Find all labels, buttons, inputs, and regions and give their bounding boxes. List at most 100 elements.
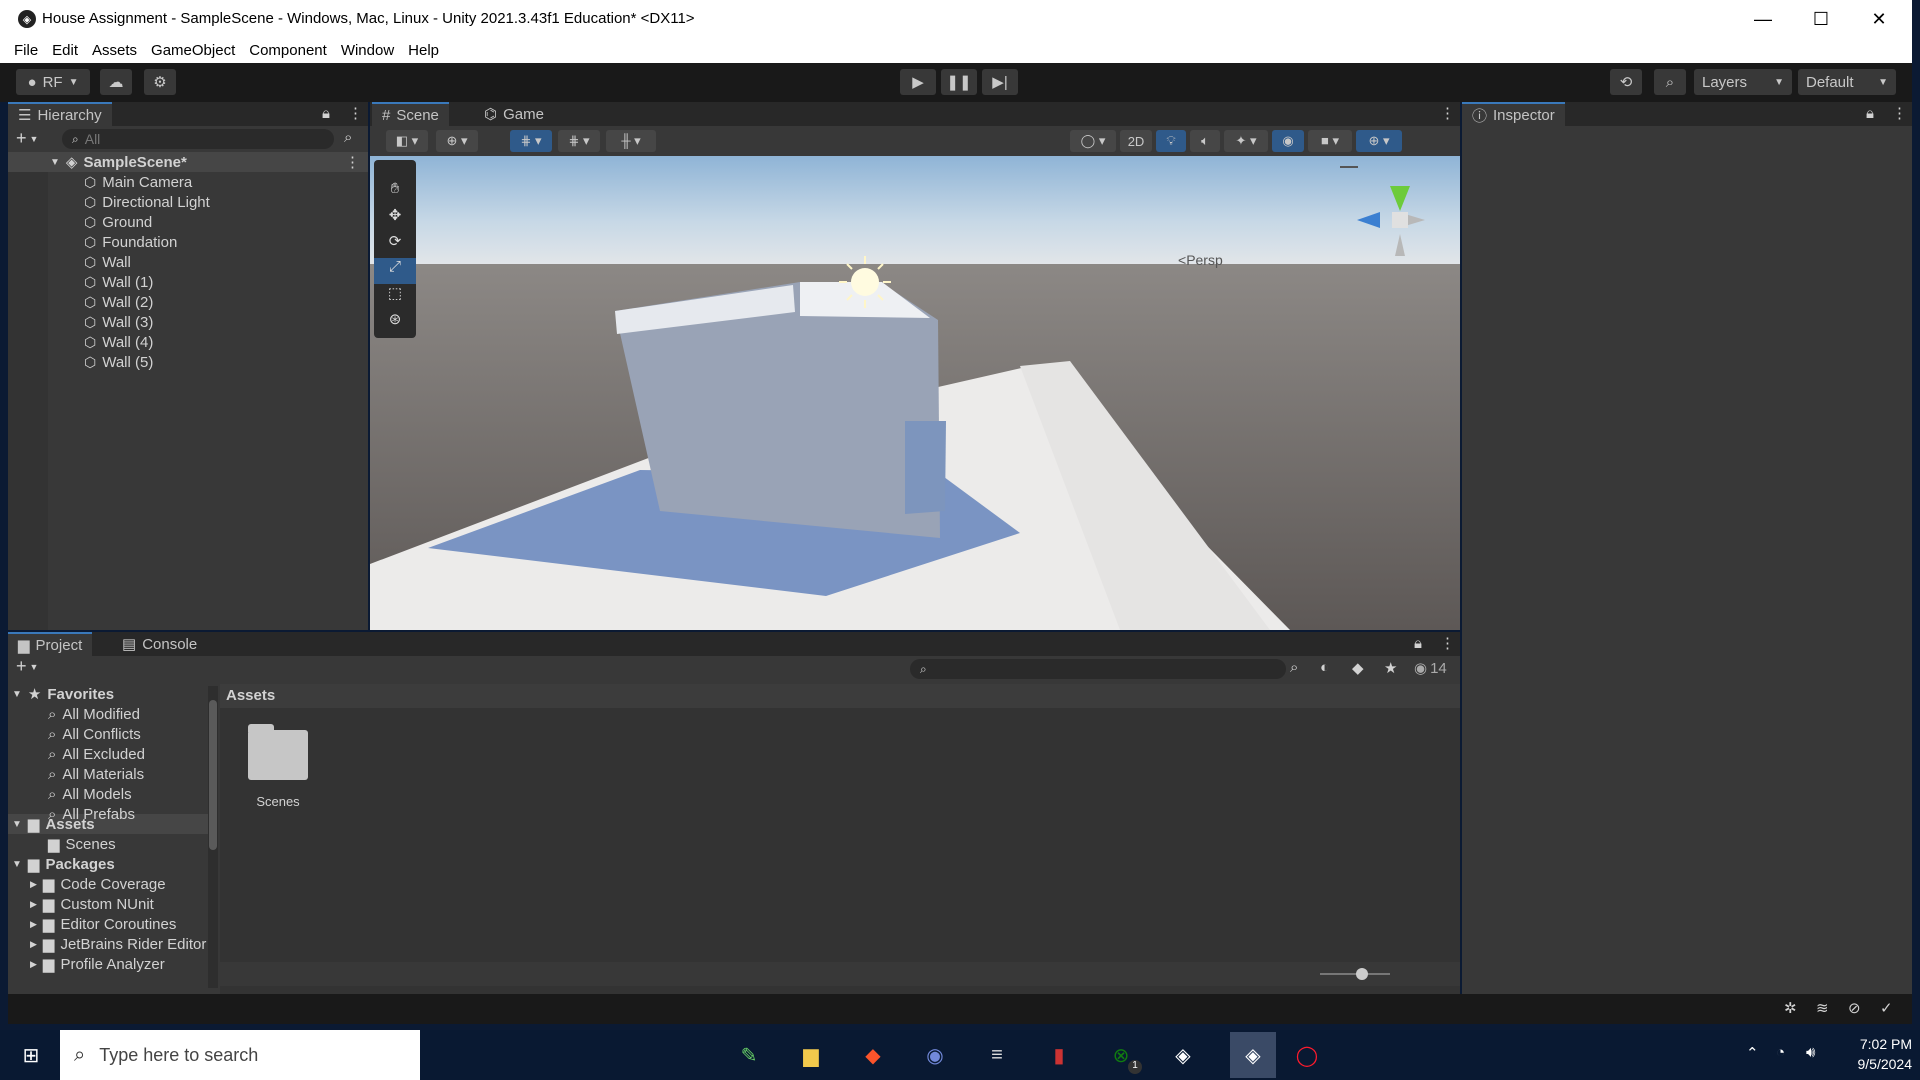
brave-browser-icon[interactable]: ◆ <box>858 1040 888 1070</box>
tab-project[interactable]: ▆ Project <box>8 632 93 656</box>
menu-edit[interactable]: Edit <box>45 38 85 63</box>
effects-dropdown[interactable]: ✦ ▾ <box>1224 130 1268 152</box>
hierarchy-item[interactable]: ⬡ Wall (5) <box>84 352 153 372</box>
tree-scrollbar[interactable] <box>208 686 218 988</box>
unity-editor-icon[interactable]: ◈ <box>1230 1032 1276 1078</box>
package-item[interactable]: ▶ ▆ JetBrains Rider Editor <box>30 934 206 954</box>
rect-tool-icon[interactable]: ⬚ <box>374 284 416 310</box>
pause-button[interactable]: ❚❚ <box>941 69 977 95</box>
hierarchy-item[interactable]: ⬡ Foundation <box>84 232 177 252</box>
taskbar-search[interactable]: ⌕ Type here to search <box>60 1030 420 1080</box>
expand-arrow-icon[interactable]: ▼ <box>50 157 60 168</box>
lighting-toggle[interactable]: 💡︎ <box>1156 130 1186 152</box>
hierarchy-item[interactable]: ⬡ Wall <box>84 252 131 272</box>
xbox-icon[interactable]: ⊗ 1 <box>1106 1040 1142 1074</box>
menu-help[interactable]: Help <box>401 38 446 63</box>
tab-game[interactable]: ⌬ Game <box>474 102 554 126</box>
move-tool-icon[interactable]: ✥ <box>374 206 416 232</box>
package-item[interactable]: ▶ ▆ Code Coverage <box>30 874 166 894</box>
assets-child[interactable]: ▆ Scenes <box>48 834 116 854</box>
windows-start-icon[interactable]: ⊞ <box>16 1040 46 1070</box>
camera-dropdown[interactable]: ■ ▾ <box>1308 130 1352 152</box>
favorite-item[interactable]: ⌕ All Prefabs <box>48 804 135 824</box>
favorite-item[interactable]: ⌕ All Modified <box>48 704 140 724</box>
persp-label[interactable]: <Persp <box>1178 252 1223 268</box>
hierarchy-item[interactable]: ⬡ Wall (1) <box>84 272 153 292</box>
global-dropdown[interactable]: ⊕ ▾ <box>436 130 478 152</box>
menu-gameobject[interactable]: GameObject <box>144 38 242 63</box>
hierarchy-item[interactable]: ⬡ Directional Light <box>84 192 210 212</box>
menu-file[interactable]: File <box>7 38 45 63</box>
visibility-toggle[interactable]: ◉ <box>1272 130 1304 152</box>
menu-assets[interactable]: Assets <box>85 38 144 63</box>
check-icon[interactable]: ✓ <box>1880 999 1893 1017</box>
scene-row[interactable]: ▼ ◈ SampleScene* ⋮ <box>8 152 368 172</box>
lock-icon[interactable]: 🔒︎ <box>1866 105 1874 122</box>
more-icon[interactable]: ⋮ <box>345 153 360 171</box>
zoom-slider[interactable] <box>1320 968 1390 980</box>
layout-dropdown[interactable]: Default ▼ <box>1798 69 1896 95</box>
step-button[interactable]: ▶| <box>982 69 1018 95</box>
zoom-slider-handle[interactable] <box>1356 968 1368 980</box>
more-icon[interactable]: ⋮ <box>348 104 363 122</box>
menu-window[interactable]: Window <box>334 38 401 63</box>
opera-icon[interactable]: ◯ <box>1292 1040 1322 1070</box>
favorite-item[interactable]: ⌕ All Models <box>48 784 132 804</box>
search-button[interactable]: ⌕ <box>1654 69 1686 95</box>
package-item[interactable]: ▶ ▆ Profile Analyzer <box>30 954 165 974</box>
unity-hub-icon[interactable]: ◈ <box>1168 1040 1198 1070</box>
account-dropdown[interactable]: ● RF ▼ <box>16 69 90 95</box>
hierarchy-item[interactable]: ⬡ Ground <box>84 212 152 232</box>
project-search[interactable]: ⌕ <box>910 659 1286 679</box>
search-filter-icon[interactable]: ⌕ <box>344 129 352 146</box>
network-icon[interactable]: ⊘ <box>1848 999 1861 1017</box>
rotate-tool-icon[interactable]: ⟳ <box>374 232 416 258</box>
lock-icon[interactable]: 🔒︎ <box>322 105 330 122</box>
search-filter-icon[interactable]: ⌕ <box>1290 659 1298 676</box>
more-icon[interactable]: ⋮ <box>1440 634 1455 652</box>
shading-mode-dropdown[interactable]: ◯ ▾ <box>1070 130 1116 152</box>
scale-tool-icon[interactable]: ⤢ <box>374 258 416 284</box>
asset-item-folder[interactable]: Scenes <box>238 724 318 809</box>
history-button[interactable]: ⟲ <box>1610 69 1642 95</box>
hand-tool-icon[interactable]: ✋︎ <box>374 180 416 206</box>
transform-tool-icon[interactable]: ⊛ <box>374 310 416 336</box>
layers-dropdown[interactable]: Layers ▼ <box>1694 69 1792 95</box>
hierarchy-item[interactable]: ⬡ Wall (4) <box>84 332 153 352</box>
grid-snap-dropdown[interactable]: ⋕ ▾ <box>510 130 552 152</box>
debug-icon[interactable]: ✲ <box>1784 999 1797 1017</box>
grid-dropdown[interactable]: ⋕ ▾ <box>558 130 600 152</box>
create-button[interactable]: + ▼ <box>16 128 38 149</box>
hierarchy-item[interactable]: ⬡ Wall (3) <box>84 312 153 332</box>
wifi-icon[interactable]: ◔ <box>1776 1044 1785 1061</box>
audio-toggle[interactable]: 🔈︎ <box>1190 130 1220 152</box>
maximize-button[interactable]: ☐ <box>1792 0 1850 38</box>
file-explorer-icon[interactable]: ▆ <box>796 1040 826 1070</box>
volume-icon[interactable]: 🔊︎ <box>1806 1044 1815 1061</box>
type-filter-icon[interactable]: ◐ <box>1320 659 1329 676</box>
app-icon[interactable]: ≡ <box>982 1040 1012 1070</box>
star-icon[interactable]: ★ <box>1384 659 1397 677</box>
menu-component[interactable]: Component <box>242 38 334 63</box>
tab-scene[interactable]: # Scene <box>372 102 449 126</box>
favorite-item[interactable]: ⌕ All Excluded <box>48 744 145 764</box>
discord-icon[interactable]: ◉ <box>920 1040 950 1070</box>
favorite-item[interactable]: ⌕ All Materials <box>48 764 144 784</box>
tab-console[interactable]: ▤ Console <box>112 632 207 656</box>
chevron-up-icon[interactable]: ⌃ <box>1746 1044 1759 1062</box>
close-button[interactable]: ✕ <box>1850 0 1908 38</box>
scene-viewport[interactable]: <Persp ✋︎ ✥ ⟳ ⤢ ⬚ ⊛ <box>370 156 1460 630</box>
draw-mode-dropdown[interactable]: ◧ ▾ <box>386 130 428 152</box>
minimize-button[interactable]: — <box>1734 0 1792 38</box>
breadcrumb-assets[interactable]: Assets <box>226 687 275 704</box>
play-button[interactable]: ▶ <box>900 69 936 95</box>
more-icon[interactable]: ⋮ <box>1440 104 1455 122</box>
clock[interactable]: 7:02 PM 9/5/2024 <box>1830 1034 1913 1074</box>
toggle-2d-button[interactable]: 2D <box>1120 130 1152 152</box>
hierarchy-search[interactable]: ⌕ All <box>62 129 334 149</box>
game-app-icon[interactable]: ▮ <box>1044 1040 1074 1070</box>
packages-header[interactable]: ▼ ▆ Packages <box>12 854 115 874</box>
tab-hierarchy[interactable]: ☰ Hierarchy <box>8 102 112 126</box>
favorite-item[interactable]: ⌕ All Conflicts <box>48 724 141 744</box>
lock-icon[interactable]: 🔒︎ <box>1414 635 1422 652</box>
